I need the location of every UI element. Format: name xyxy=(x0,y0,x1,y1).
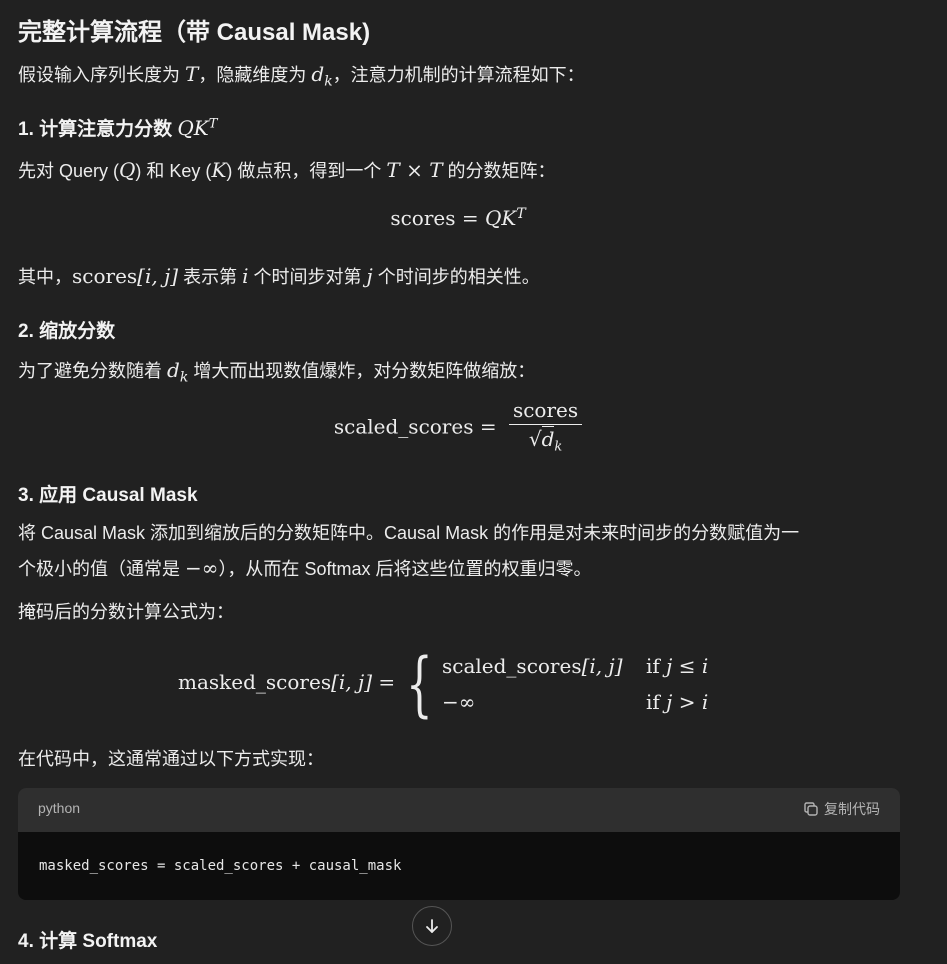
case-cond-1: if j ≤ i xyxy=(646,654,709,678)
code-header: python 复制代码 xyxy=(18,788,900,832)
scaled-scores-formula: scaled_scores = scores √dk xyxy=(18,398,898,455)
section3-paragraph-line2: 个极小的值（通常是 −∞），从而在 Softmax 后将这些位置的权重归零。 xyxy=(18,556,592,580)
copy-code-button[interactable]: 复制代码 xyxy=(803,799,880,819)
section1-paragraph: 先对 Query (Q) 和 Key (K) 做点积，得到一个 T × T 的分… xyxy=(18,158,556,182)
scores-formula: scores = QKT xyxy=(390,206,526,230)
section1-note: 其中，scores[i, j] 表示第 i 个时间步对第 j 个时间步的相关性。 xyxy=(18,264,540,288)
copy-icon xyxy=(804,802,818,816)
code-language-label: python xyxy=(38,800,81,816)
case-cond-2: if j > i xyxy=(646,690,709,714)
code-intro: 在代码中，这通常通过以下方式实现： xyxy=(18,749,324,769)
left-brace: { xyxy=(406,643,433,725)
code-block: python 复制代码 masked_scores = scaled_score… xyxy=(18,788,900,900)
section3-heading: 3. 应用 Causal Mask xyxy=(18,485,198,506)
case-row-1: scaled_scores[i, j] xyxy=(442,654,623,678)
formula-intro: 掩码后的分数计算公式为： xyxy=(18,602,234,622)
case-row-2: −∞ xyxy=(442,690,476,714)
section1-heading: 1. 计算注意力分数 QKT xyxy=(18,116,218,140)
masked-scores-formula: masked_scores[i, j] = { scaled_scores[i,… xyxy=(178,643,709,725)
section2-paragraph: 为了避免分数随着 dk 增大而出现数值爆炸，对分数矩阵做缩放： xyxy=(18,358,536,386)
section3-paragraph-line1: 将 Causal Mask 添加到缩放后的分数矩阵中。Causal Mask 的… xyxy=(18,523,800,543)
intro-paragraph: 假设输入序列长度为 T，隐藏维度为 dk，注意力机制的计算流程如下： xyxy=(18,62,585,90)
page-title: 完整计算流程（带 Causal Mask) xyxy=(18,19,371,46)
copy-code-label: 复制代码 xyxy=(824,801,880,817)
arrow-down-icon xyxy=(426,919,438,933)
scroll-down-button[interactable] xyxy=(412,906,452,946)
section2-heading: 2. 缩放分数 xyxy=(18,321,116,342)
fraction: scores √dk xyxy=(508,398,583,455)
section4-heading: 4. 计算 Softmax xyxy=(18,931,158,952)
code-content[interactable]: masked_scores = scaled_scores + causal_m… xyxy=(18,832,900,900)
